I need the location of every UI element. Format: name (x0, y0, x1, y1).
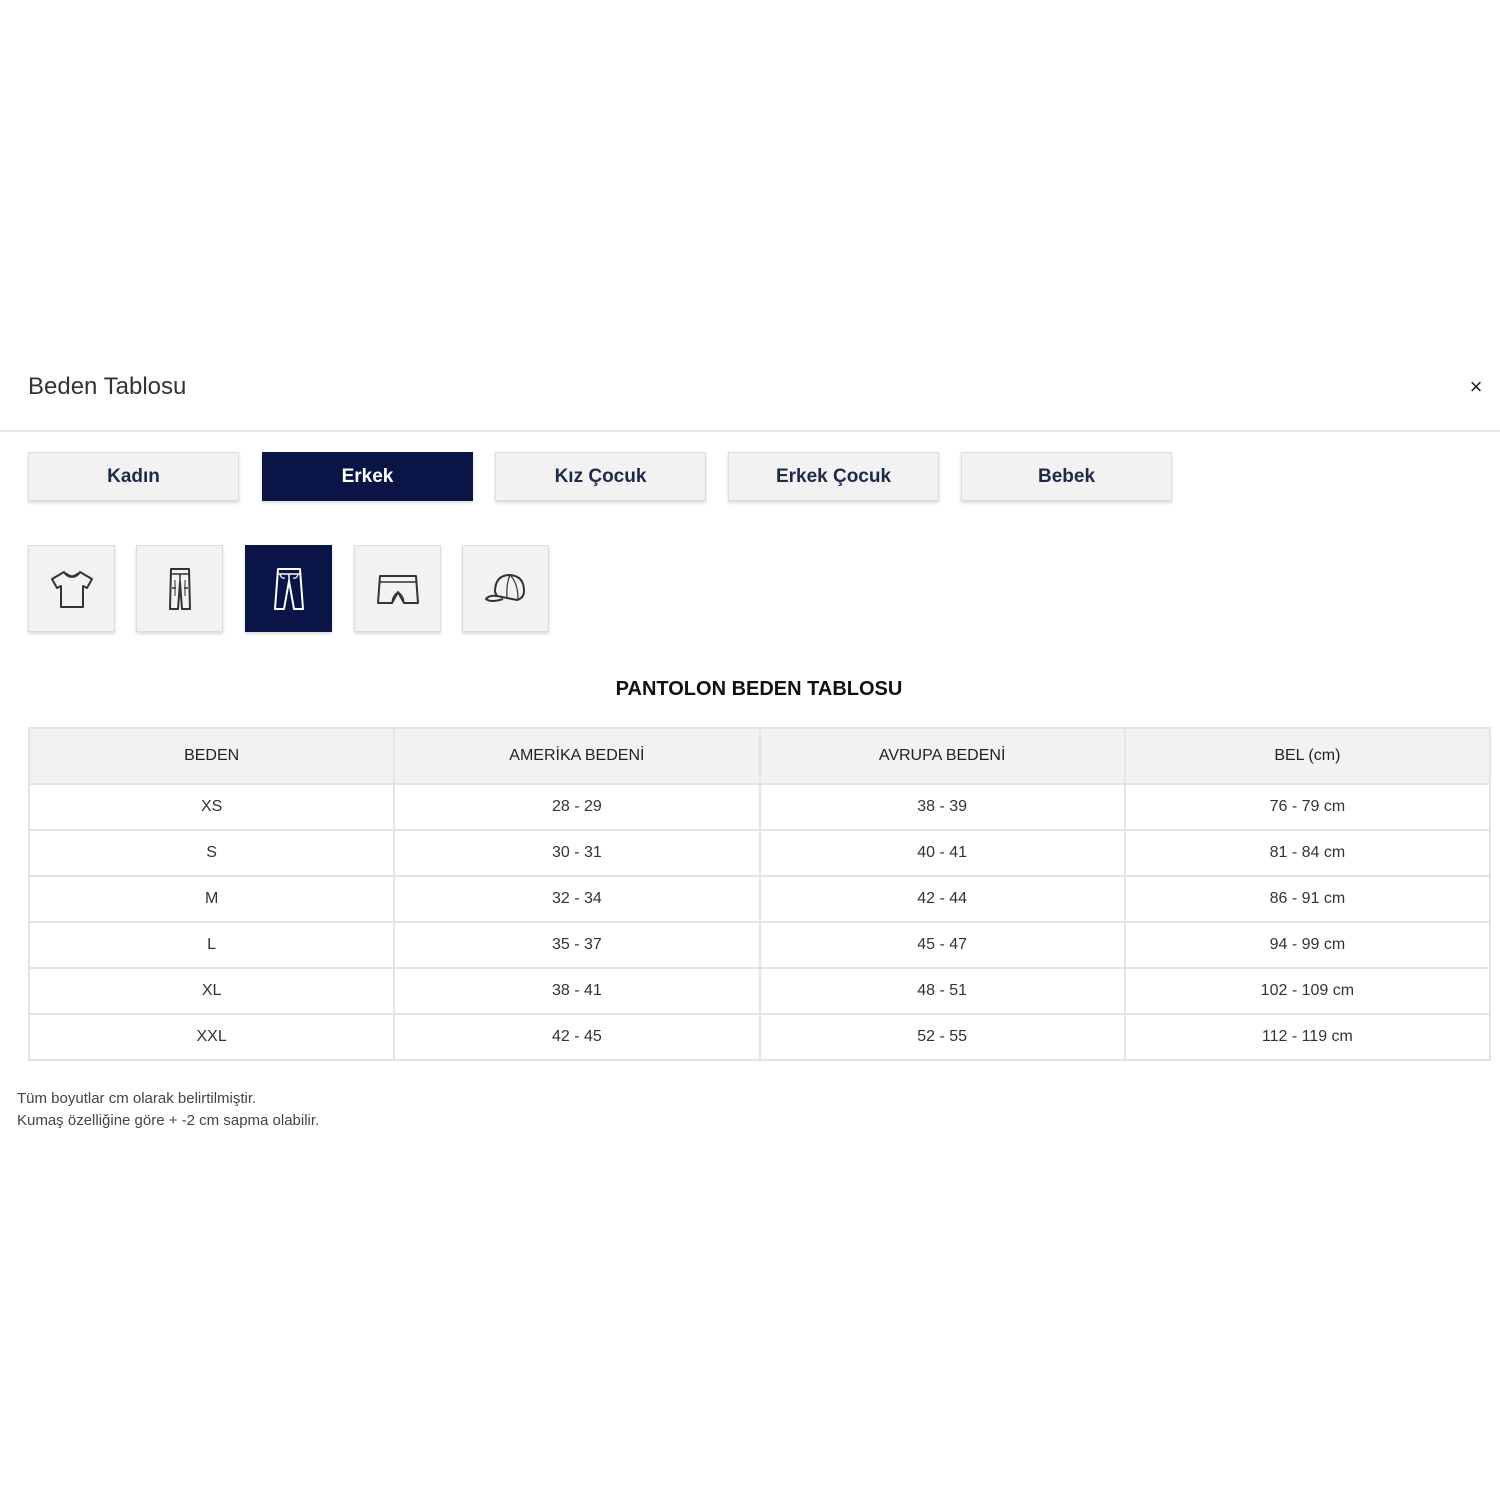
category-pants[interactable] (245, 545, 332, 632)
table-cell: 38 - 41 (393, 967, 761, 1015)
category-tshirt[interactable] (28, 545, 115, 632)
close-icon[interactable]: × (1464, 374, 1488, 400)
table-cell: 112 - 119 cm (1123, 1013, 1492, 1061)
category-shorts[interactable] (354, 545, 441, 632)
table-row: L 35 - 37 45 - 47 94 - 99 cm (27, 921, 1492, 969)
table-cell: XL (27, 967, 396, 1015)
table-cell: 48 - 51 (758, 967, 1126, 1015)
table-cell: L (27, 921, 396, 969)
tab-erkek-cocuk[interactable]: Erkek Çocuk (728, 452, 939, 501)
category-cap[interactable] (462, 545, 549, 632)
jeans-icon (169, 568, 191, 610)
table-header-row: BEDEN AMERİKA BEDENİ AVRUPA BEDENİ BEL (… (27, 727, 1492, 785)
table-title: PANTOLON BEDEN TABLOSU (615, 678, 903, 700)
table-cell: 42 - 45 (393, 1013, 761, 1061)
tab-erkek[interactable]: Erkek (262, 452, 473, 501)
column-header: AVRUPA BEDENİ (758, 727, 1126, 785)
table-cell: S (27, 829, 396, 877)
column-header: BEL (cm) (1123, 727, 1492, 785)
table-cell: 38 - 39 (758, 783, 1126, 831)
tab-kiz-cocuk[interactable]: Kız Çocuk (495, 452, 706, 501)
table-cell: 94 - 99 cm (1123, 921, 1492, 969)
table-row: M 32 - 34 42 - 44 86 - 91 cm (27, 875, 1492, 923)
size-notes: Tüm boyutlar cm olarak belirtilmiştir. K… (17, 1088, 319, 1132)
table-cell: XXL (27, 1013, 396, 1061)
tab-bebek[interactable]: Bebek (961, 452, 1172, 501)
modal-header: Beden Tablosu × (0, 360, 1500, 432)
table-cell: 81 - 84 cm (1123, 829, 1492, 877)
table-cell: 28 - 29 (393, 783, 761, 831)
table-cell: 35 - 37 (393, 921, 761, 969)
table-cell: 30 - 31 (393, 829, 761, 877)
table-row: XXL 42 - 45 52 - 55 112 - 119 cm (27, 1013, 1492, 1061)
table-cell: 40 - 41 (758, 829, 1126, 877)
table-row: XS 28 - 29 38 - 39 76 - 79 cm (27, 783, 1492, 831)
category-jeans[interactable] (136, 545, 223, 632)
table-cell: M (27, 875, 396, 923)
tshirt-icon (51, 571, 93, 608)
table-row: XL 38 - 41 48 - 51 102 - 109 cm (27, 967, 1492, 1015)
table-cell: 45 - 47 (758, 921, 1126, 969)
column-header: BEDEN (27, 727, 396, 785)
table-cell: 52 - 55 (758, 1013, 1126, 1061)
table-cell: 42 - 44 (758, 875, 1126, 923)
cap-icon (485, 574, 525, 602)
note-line: Kumaş özelliğine göre + -2 cm sapma olab… (17, 1112, 320, 1129)
table-cell: 32 - 34 (393, 875, 761, 923)
size-table: BEDEN AMERİKA BEDENİ AVRUPA BEDENİ BEL (… (27, 727, 1492, 1061)
tab-kadin[interactable]: Kadın (28, 452, 239, 501)
note-line: Tüm boyutlar cm olarak belirtilmiştir. (17, 1090, 257, 1107)
table-cell: XS (27, 783, 396, 831)
pants-icon (274, 568, 304, 610)
size-chart-modal: Beden Tablosu × Kadın Erkek Kız Çocuk Er… (0, 360, 1500, 1129)
shorts-icon (377, 575, 419, 604)
table-cell: 86 - 91 cm (1123, 875, 1492, 923)
table-cell: 102 - 109 cm (1123, 967, 1492, 1015)
table-row: S 30 - 31 40 - 41 81 - 84 cm (27, 829, 1492, 877)
column-header: AMERİKA BEDENİ (393, 727, 761, 785)
modal-title: Beden Tablosu (28, 373, 187, 400)
table-cell: 76 - 79 cm (1123, 783, 1492, 831)
